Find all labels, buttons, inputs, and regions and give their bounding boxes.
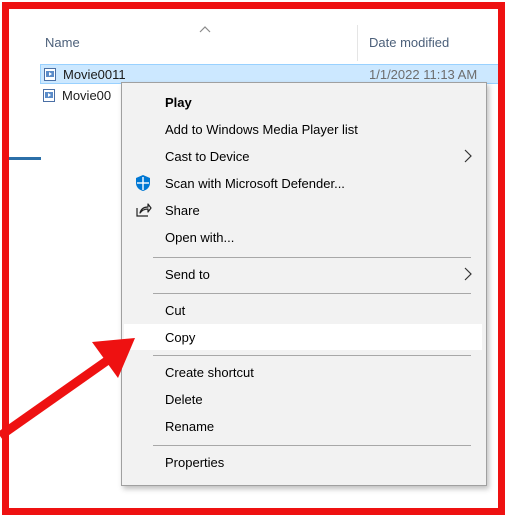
chevron-right-icon: [464, 267, 472, 281]
menu-item-properties[interactable]: Properties: [124, 449, 482, 475]
menu-item-label: Cast to Device: [165, 149, 250, 164]
menu-item-label: Rename: [165, 419, 215, 434]
menu-item-rename[interactable]: Rename: [124, 413, 482, 439]
menu-separator: [153, 355, 471, 356]
menu-item-label: Cut: [165, 303, 186, 318]
menu-item-delete[interactable]: Delete: [124, 386, 482, 412]
menu-item-label: Share: [165, 203, 200, 218]
menu-item-label: Delete: [165, 392, 203, 407]
menu-item-label: Create shortcut: [165, 365, 254, 380]
menu-item-cut[interactable]: Cut: [124, 297, 482, 323]
menu-separator: [153, 293, 471, 294]
menu-item-copy[interactable]: Copy: [124, 324, 482, 350]
file-name: Movie0011: [63, 67, 126, 82]
chevron-right-icon: [464, 149, 472, 163]
menu-item-play[interactable]: Play: [124, 89, 482, 115]
menu-item-label: Send to: [165, 267, 210, 282]
menu-item-send-to[interactable]: Send to: [124, 261, 482, 287]
video-file-icon: [44, 68, 56, 81]
window-edge-accent: [9, 157, 41, 160]
menu-item-open-with[interactable]: Open with...: [124, 224, 482, 250]
video-file-icon: [43, 89, 55, 102]
menu-item-label: Play: [165, 95, 192, 110]
menu-item-scan-defender[interactable]: Scan with Microsoft Defender...: [124, 170, 482, 196]
column-header-name[interactable]: Name: [45, 35, 80, 50]
menu-item-label: Copy: [165, 330, 196, 345]
sort-up-caret-icon[interactable]: [199, 25, 211, 33]
menu-item-label: Open with...: [165, 230, 235, 245]
menu-separator: [153, 445, 471, 446]
file-row[interactable]: Movie0011 1/1/2022 11:13 AM: [40, 64, 498, 84]
menu-item-share[interactable]: Share: [124, 197, 482, 223]
menu-item-cast-to-device[interactable]: Cast to Device: [124, 143, 482, 169]
column-header-date-modified[interactable]: Date modified: [369, 35, 449, 50]
share-icon: [136, 203, 152, 217]
menu-item-label: Add to Windows Media Player list: [165, 122, 358, 137]
file-date: 1/1/2022 11:13 AM: [369, 67, 478, 82]
menu-item-label: Properties: [165, 455, 225, 470]
menu-item-label: Scan with Microsoft Defender...: [165, 176, 345, 191]
menu-separator: [153, 257, 471, 258]
context-menu: Play Add to Windows Media Player list Ca…: [121, 82, 487, 486]
column-divider[interactable]: [357, 25, 358, 61]
defender-shield-icon: [136, 175, 150, 191]
menu-item-create-shortcut[interactable]: Create shortcut: [124, 359, 482, 385]
menu-item-add-to-wmp-list[interactable]: Add to Windows Media Player list: [124, 116, 482, 142]
file-name: Movie00: [62, 88, 112, 103]
